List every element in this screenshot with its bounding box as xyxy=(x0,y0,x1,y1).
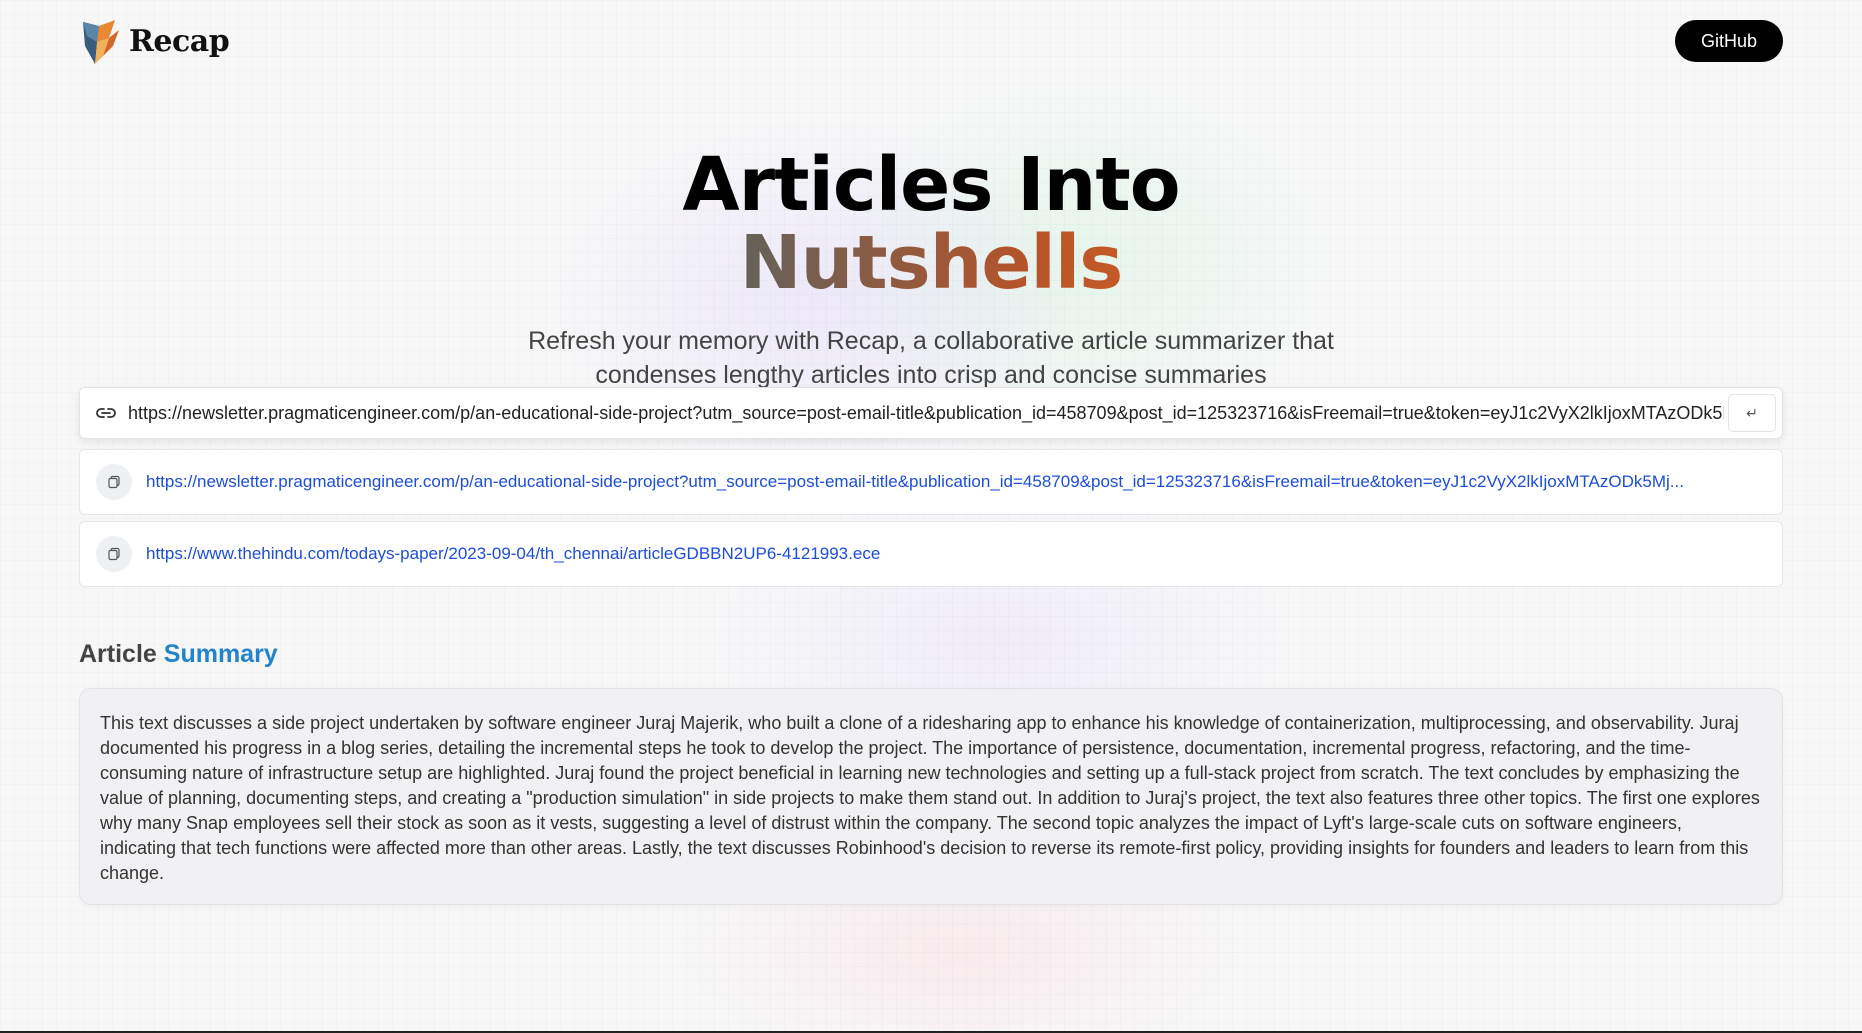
url-form: ↵ xyxy=(79,387,1783,439)
link-icon xyxy=(96,408,116,418)
copy-icon xyxy=(108,547,120,561)
github-button[interactable]: GitHub xyxy=(1674,20,1783,62)
hero: Articles Into Nutshells Refresh your mem… xyxy=(0,146,1862,392)
top-nav: Recap GitHub xyxy=(79,16,1783,66)
history-item[interactable]: https://newsletter.pragmaticengineer.com… xyxy=(79,449,1783,515)
hero-subtitle: Refresh your memory with Recap, a collab… xyxy=(528,327,1334,389)
copy-button[interactable] xyxy=(96,464,132,500)
summary-heading-accent: Summary xyxy=(163,640,278,668)
history-list: https://newsletter.pragmaticengineer.com… xyxy=(79,449,1783,593)
history-link[interactable]: https://newsletter.pragmaticengineer.com… xyxy=(146,472,1684,492)
copy-button[interactable] xyxy=(96,536,132,572)
enter-icon: ↵ xyxy=(1746,404,1758,421)
brand-name: Recap xyxy=(129,23,230,59)
history-item[interactable]: https://www.thehindu.com/todays-paper/20… xyxy=(79,521,1783,587)
copy-icon xyxy=(108,475,120,489)
brand[interactable]: Recap xyxy=(79,16,230,66)
page: Recap GitHub Articles Into Nutshells Ref… xyxy=(0,0,1862,1033)
history-link[interactable]: https://www.thehindu.com/todays-paper/20… xyxy=(146,544,880,564)
summary-heading-prefix: Article xyxy=(79,640,157,668)
hero-title-line1: Articles Into xyxy=(682,142,1180,228)
submit-button[interactable]: ↵ xyxy=(1728,394,1776,432)
summary-text: This text discusses a side project under… xyxy=(100,713,1760,883)
recap-logo-icon xyxy=(83,20,119,64)
url-input[interactable] xyxy=(128,393,1724,433)
summary-box: This text discusses a side project under… xyxy=(79,688,1783,905)
summary-heading: Article Summary xyxy=(79,640,278,669)
hero-title-line2: Nutshells xyxy=(0,224,1862,302)
